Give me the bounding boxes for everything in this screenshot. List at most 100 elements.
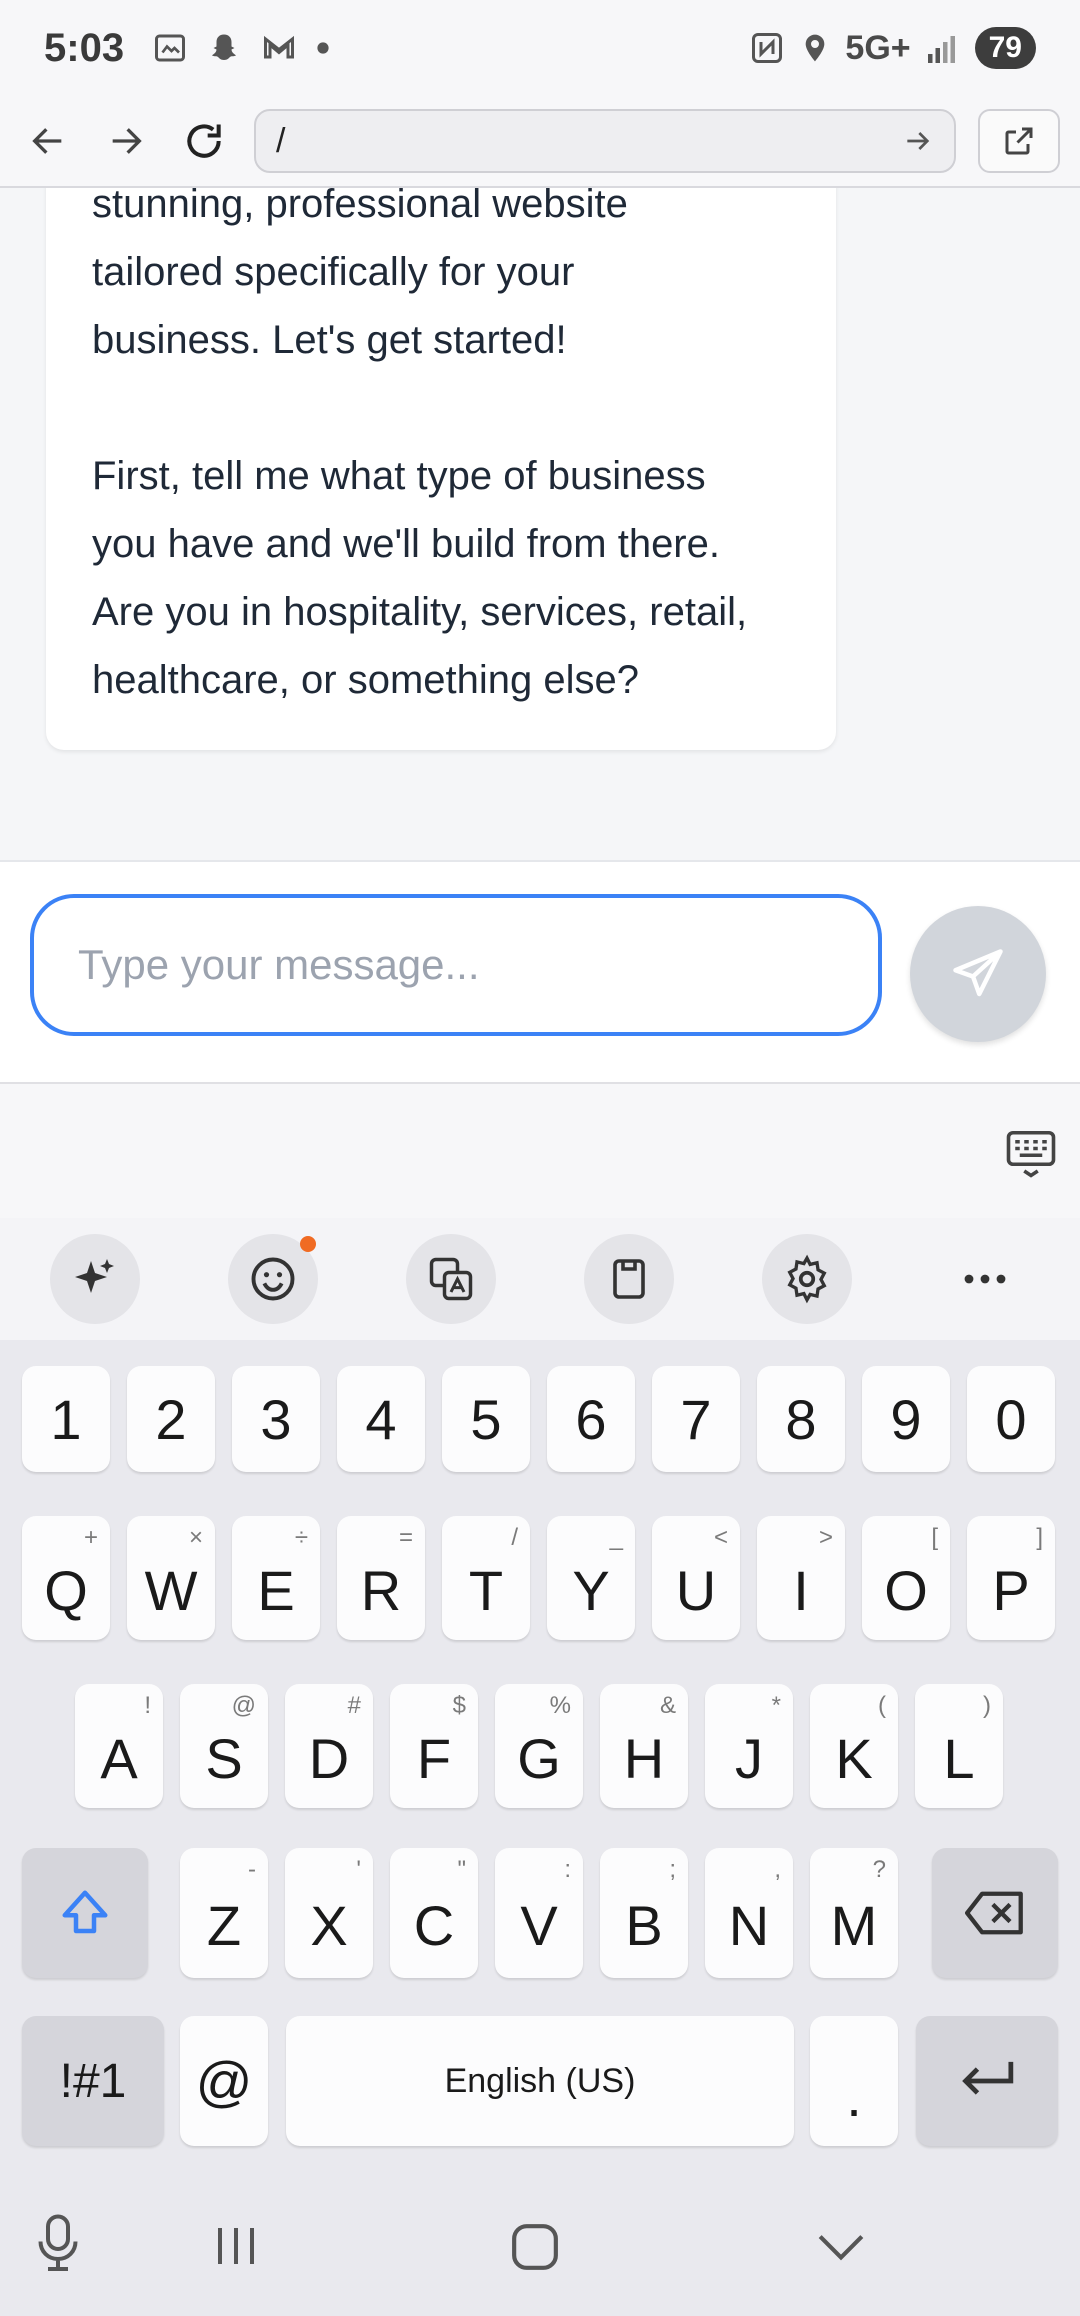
key-u[interactable]: < U bbox=[652, 1516, 740, 1640]
key-secondary-symbol: [ bbox=[931, 1524, 938, 1551]
key-label: L bbox=[943, 1726, 975, 1790]
key-b[interactable]: ; B bbox=[600, 1848, 688, 1978]
arrow-right-icon bbox=[112, 128, 142, 154]
key-w[interactable]: × W bbox=[127, 1516, 215, 1640]
system-nav-bar bbox=[0, 2178, 1080, 2316]
status-bar: 5:03 5G+ 79 bbox=[0, 0, 1080, 96]
key-o[interactable]: [O bbox=[862, 1516, 950, 1640]
address-bar[interactable]: / bbox=[254, 109, 956, 173]
key-q[interactable]: + Q bbox=[22, 1516, 110, 1640]
key-0[interactable]: 0 bbox=[967, 1366, 1055, 1472]
location-icon bbox=[806, 34, 825, 62]
hide-keyboard-button[interactable] bbox=[1004, 1126, 1058, 1185]
key-label: Z bbox=[206, 1893, 242, 1957]
microphone-icon[interactable] bbox=[36, 2214, 80, 2274]
gmail-icon bbox=[264, 35, 295, 59]
enter-key[interactable] bbox=[916, 2016, 1058, 2146]
key-t[interactable]: / T bbox=[442, 1516, 530, 1640]
key-label: G bbox=[517, 1726, 561, 1790]
key-v[interactable]: :V bbox=[495, 1848, 583, 1978]
forward-button[interactable] bbox=[98, 113, 154, 169]
more-options-button[interactable] bbox=[940, 1234, 1030, 1324]
ai-assist-button[interactable] bbox=[50, 1234, 140, 1324]
screenshot-icon bbox=[155, 34, 186, 62]
key-p[interactable]: ] P bbox=[967, 1516, 1055, 1640]
key-secondary-symbol: % bbox=[549, 1692, 571, 1719]
key-3[interactable]: 3 bbox=[232, 1366, 320, 1472]
url-text: / bbox=[276, 121, 286, 160]
key-9[interactable]: 9 bbox=[862, 1366, 950, 1472]
key-s[interactable]: @ S bbox=[180, 1684, 268, 1808]
backspace-key[interactable] bbox=[932, 1848, 1058, 1978]
key-h[interactable]: & H bbox=[600, 1684, 688, 1808]
emoji-button[interactable] bbox=[228, 1234, 318, 1324]
key-secondary-symbol: ' bbox=[356, 1856, 361, 1883]
sparkle-icon bbox=[75, 1259, 114, 1293]
key-secondary-symbol: $ bbox=[452, 1692, 466, 1719]
key-label: R bbox=[360, 1558, 402, 1622]
key-label: P bbox=[992, 1558, 1030, 1622]
key-label: 2 bbox=[155, 1387, 187, 1451]
key-label: 4 bbox=[365, 1387, 397, 1451]
key-m[interactable]: ? M bbox=[810, 1848, 898, 1978]
chevron-down-icon[interactable] bbox=[816, 2232, 866, 2262]
key-y[interactable]: _ Y bbox=[547, 1516, 635, 1640]
reload-button[interactable] bbox=[176, 113, 232, 169]
enter-icon bbox=[962, 2061, 1014, 2095]
more-dots-icon bbox=[964, 1274, 1006, 1284]
key-e[interactable]: ÷ E bbox=[232, 1516, 320, 1640]
space-key[interactable]: English (US) bbox=[286, 2016, 794, 2146]
key-l[interactable]: ) L bbox=[915, 1684, 1003, 1808]
key-r[interactable]: = R bbox=[337, 1516, 425, 1640]
open-external-button[interactable] bbox=[978, 109, 1060, 173]
key-label: D bbox=[308, 1726, 350, 1790]
key-label: A bbox=[100, 1726, 138, 1790]
key-f[interactable]: $ F bbox=[390, 1684, 478, 1808]
key-z[interactable]: -Z bbox=[180, 1848, 268, 1978]
external-link-icon bbox=[1005, 127, 1033, 155]
key-label: M bbox=[830, 1893, 878, 1957]
key-g[interactable]: % G bbox=[495, 1684, 583, 1808]
at-key-label: @ bbox=[195, 2049, 253, 2113]
key-6[interactable]: 6 bbox=[547, 1366, 635, 1472]
key-n[interactable]: ,N bbox=[705, 1848, 793, 1978]
key-8[interactable]: 8 bbox=[757, 1366, 845, 1472]
send-button[interactable] bbox=[910, 906, 1046, 1042]
key-label: S bbox=[205, 1726, 243, 1790]
key-secondary-symbol: × bbox=[188, 1524, 203, 1551]
key-1[interactable]: 1 bbox=[22, 1366, 110, 1472]
key-2[interactable]: 2 bbox=[127, 1366, 215, 1472]
gear-icon bbox=[787, 1254, 827, 1304]
at-key[interactable]: @ bbox=[180, 2016, 268, 2146]
key-x[interactable]: ' X bbox=[285, 1848, 373, 1978]
key-label: I bbox=[793, 1558, 809, 1622]
key-k[interactable]: (K bbox=[810, 1684, 898, 1808]
key-d[interactable]: # D bbox=[285, 1684, 373, 1808]
key-5[interactable]: 5 bbox=[442, 1366, 530, 1472]
key-label: T bbox=[468, 1558, 504, 1622]
key-4[interactable]: 4 bbox=[337, 1366, 425, 1472]
home-icon[interactable] bbox=[510, 2222, 560, 2272]
clipboard-button[interactable] bbox=[584, 1234, 674, 1324]
go-arrow-icon[interactable] bbox=[902, 125, 934, 157]
recent-apps-icon[interactable] bbox=[212, 2224, 260, 2268]
translate-button[interactable] bbox=[406, 1234, 496, 1324]
key-label: 1 bbox=[50, 1387, 82, 1451]
notification-icons bbox=[152, 30, 330, 66]
shift-key[interactable] bbox=[22, 1848, 148, 1978]
key-i[interactable]: > I bbox=[757, 1516, 845, 1640]
key-a[interactable]: ! A bbox=[75, 1684, 163, 1808]
symbols-key[interactable]: !#1 bbox=[22, 2016, 164, 2146]
key-j[interactable]: * J bbox=[705, 1684, 793, 1808]
back-button[interactable] bbox=[20, 113, 76, 169]
message-input[interactable] bbox=[30, 894, 882, 1036]
key-c[interactable]: " C bbox=[390, 1848, 478, 1978]
key-label: O bbox=[884, 1558, 928, 1622]
period-key[interactable]: . bbox=[810, 2016, 898, 2146]
chat-messages[interactable]: stunning, professional website tailored … bbox=[0, 188, 1080, 860]
more-notifications-dot-icon bbox=[317, 42, 329, 54]
keyboard-icon bbox=[1006, 1130, 1056, 1178]
key-secondary-symbol: _ bbox=[609, 1524, 623, 1551]
keyboard-settings-button[interactable] bbox=[762, 1234, 852, 1324]
key-7[interactable]: 7 bbox=[652, 1366, 740, 1472]
